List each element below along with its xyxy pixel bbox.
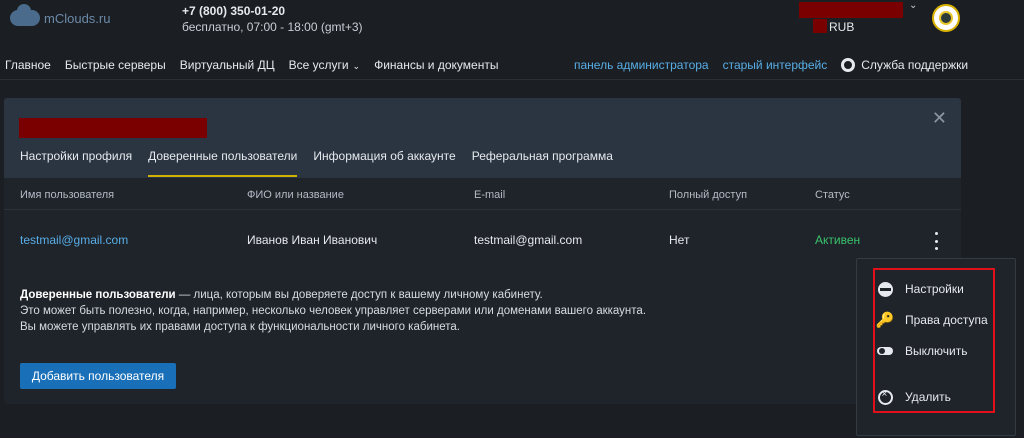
logo[interactable]: mClouds.ru [10,4,111,26]
menu-item-delete-label: Удалить [905,390,951,404]
row-actions-menu: Настройки 🔑 Права доступа Выключить Удал… [856,258,1016,436]
page-title-redacted [19,118,207,138]
delete-icon [877,389,893,405]
support-link[interactable]: Служба поддержки [841,58,968,72]
tab-profile-settings[interactable]: Настройки профиля [20,149,132,177]
logo-text: mClouds.ru [44,10,111,26]
trusted-users-description: Доверенные пользователи — лица, которым … [20,287,646,335]
avatar[interactable] [932,4,960,32]
nav-item-virtual-dc[interactable]: Виртуальный ДЦ [180,58,275,72]
tab-trusted-users[interactable]: Доверенные пользователи [148,149,298,177]
phone-number: +7 (800) 350-01-20 [182,4,286,18]
nav-item-fast-servers[interactable]: Быстрые серверы [65,58,166,72]
desc-line-3: Вы можете управлять их правами доступа к… [20,321,460,333]
settings-icon [877,281,893,297]
table-row: testmail@gmail.com Иванов Иван Иванович … [4,210,961,270]
nav-item-all-services[interactable]: Все услуги ⌄ [289,58,361,72]
menu-item-settings-label: Настройки [905,282,964,296]
cloud-logo-icon [10,4,40,26]
row-full-access: Нет [669,233,690,247]
desc-bold: Доверенные пользователи [20,289,176,301]
close-icon[interactable]: ✕ [932,108,947,129]
col-full-access: Полный доступ [669,189,748,201]
chevron-down-icon[interactable]: ⌄ [909,0,917,11]
col-email: E-mail [474,189,506,201]
menu-item-access-rights-label: Права доступа [905,313,988,327]
row-fullname: Иванов Иван Иванович [247,233,378,247]
desc-line-2: Это может быть полезно, когда, например,… [20,305,647,317]
profile-panel: ✕ Настройки профиля Доверенные пользоват… [4,98,961,404]
add-user-button[interactable]: Добавить пользователя [20,363,176,389]
col-username: Имя пользователя [20,189,115,201]
contact-info: +7 (800) 350-01-20 бесплатно, 07:00 - 18… [182,4,363,34]
desc-line-1-rest: — лица, которым вы доверяете доступ к ва… [175,289,543,301]
profile-tabs: Настройки профиля Доверенные пользовател… [20,149,613,177]
menu-item-access-rights[interactable]: 🔑 Права доступа [875,311,988,329]
key-icon: 🔑 [875,311,895,329]
row-username-link[interactable]: testmail@gmail.com [20,233,128,247]
old-interface-link[interactable]: старый интерфейс [723,58,828,72]
more-actions-icon[interactable] [930,232,942,250]
desc-line-1: Доверенные пользователи — лица, которым … [20,287,646,303]
panel-header: ✕ Настройки профиля Доверенные пользоват… [4,98,961,178]
col-status: Статус [815,189,850,201]
menu-item-settings[interactable]: Настройки [877,281,964,297]
chevron-down-icon: ⌄ [352,61,361,71]
avatar-emblem-icon [939,11,953,25]
row-email: testmail@gmail.com [474,233,583,247]
row-status: Активен [815,233,861,247]
account-name-redacted[interactable] [799,2,903,18]
menu-item-disable[interactable]: Выключить [877,343,967,359]
tab-referral[interactable]: Реферальная программа [472,149,613,177]
balance-currency: RUB [829,20,855,34]
toggle-icon [877,343,893,359]
tab-account-info[interactable]: Информация об аккаунте [313,149,455,177]
main-nav: Главное Быстрые серверы Виртуальный ДЦ В… [0,50,1024,80]
support-label: Служба поддержки [861,58,969,72]
support-hours: бесплатно, 07:00 - 18:00 (gmt+3) [182,20,363,34]
table-header: Имя пользователя ФИО или название E-mail… [4,178,961,210]
col-fullname: ФИО или название [247,189,344,201]
lifebuoy-icon [841,58,856,72]
nav-item-main[interactable]: Главное [5,58,51,72]
menu-item-delete[interactable]: Удалить [877,389,951,405]
balance-redacted [813,19,827,33]
nav-item-finance[interactable]: Финансы и документы [374,58,498,72]
menu-item-disable-label: Выключить [905,344,968,358]
top-header: mClouds.ru +7 (800) 350-01-20 бесплатно,… [0,0,1024,48]
nav-item-all-services-label: Все услуги [288,58,349,72]
admin-panel-link[interactable]: панель администратора [574,58,709,72]
